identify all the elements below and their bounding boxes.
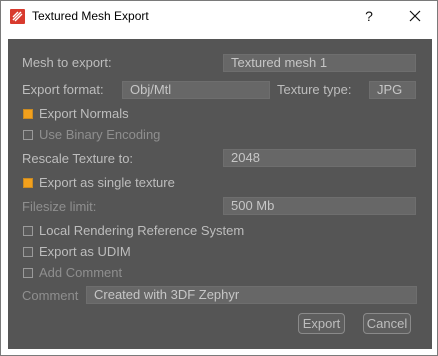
export-normals-label[interactable]: Export Normals	[39, 106, 129, 121]
dialog-window: Textured Mesh Export ? Mesh to export: T…	[0, 0, 438, 356]
comment-input[interactable]: Created with 3DF Zephyr	[86, 286, 417, 304]
local-reference-checkbox[interactable]	[23, 226, 33, 236]
export-normals-checkbox[interactable]	[23, 109, 33, 119]
filesize-limit-input[interactable]: 500 Mb	[223, 197, 416, 215]
rescale-texture-select[interactable]: 2048	[223, 149, 416, 167]
filesize-limit-label: Filesize limit:	[22, 199, 97, 214]
single-texture-checkbox[interactable]	[23, 178, 33, 188]
mesh-to-export-label: Mesh to export:	[22, 55, 112, 70]
mesh-to-export-select[interactable]: Textured mesh 1	[223, 54, 416, 72]
export-button[interactable]: Export	[298, 313, 345, 334]
export-udim-checkbox[interactable]	[23, 247, 33, 257]
export-udim-label[interactable]: Export as UDIM	[39, 244, 131, 259]
add-comment-label[interactable]: Add Comment	[39, 265, 122, 280]
title-bar[interactable]: Textured Mesh Export ?	[1, 1, 437, 32]
export-format-select[interactable]: Obj/Mtl	[122, 81, 270, 99]
dialog-body: Mesh to export: Textured mesh 1 Export f…	[8, 39, 432, 349]
export-format-label: Export format:	[22, 82, 104, 97]
comment-label: Comment	[22, 288, 79, 303]
close-button[interactable]	[401, 5, 429, 27]
app-icon	[10, 9, 25, 24]
texture-type-label: Texture type:	[277, 82, 352, 97]
binary-encoding-label[interactable]: Use Binary Encoding	[39, 127, 160, 142]
window-title: Textured Mesh Export	[32, 9, 149, 23]
binary-encoding-checkbox[interactable]	[23, 130, 33, 140]
single-texture-label[interactable]: Export as single texture	[39, 175, 175, 190]
local-reference-label[interactable]: Local Rendering Reference System	[39, 223, 244, 238]
add-comment-checkbox[interactable]	[23, 268, 33, 278]
close-icon	[409, 10, 421, 22]
rescale-texture-label: Rescale Texture to:	[22, 151, 134, 166]
texture-type-select[interactable]: JPG	[369, 81, 416, 99]
help-button[interactable]: ?	[357, 5, 381, 27]
cancel-button[interactable]: Cancel	[363, 313, 411, 334]
